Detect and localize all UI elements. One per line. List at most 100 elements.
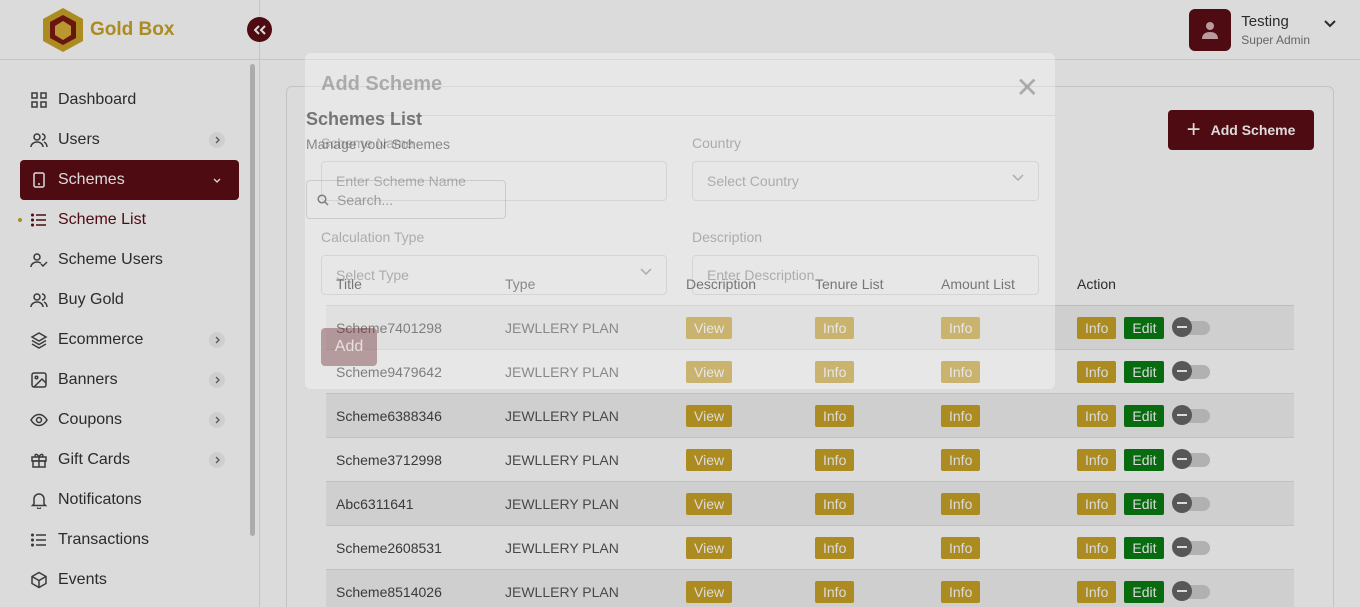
eye-icon <box>30 411 48 429</box>
users-icon <box>30 291 48 309</box>
description-field[interactable]: Enter Description <box>692 255 1039 295</box>
calc-type-label: Calculation Type <box>321 229 425 245</box>
calc-type-select[interactable]: Select Type <box>321 255 667 295</box>
action-info-button[interactable]: Info <box>1077 448 1117 471</box>
bell-icon <box>30 491 48 509</box>
sidebar-item-transactions[interactable]: Transactions <box>20 520 239 560</box>
sidebar-item-coupons[interactable]: Coupons <box>20 400 239 440</box>
action-info-button[interactable]: Info <box>1077 580 1117 603</box>
status-toggle[interactable] <box>1172 316 1211 337</box>
phone-icon <box>30 171 48 189</box>
sidebar-item-dashboard[interactable]: Dashboard <box>20 80 239 120</box>
status-toggle[interactable] <box>1172 448 1211 469</box>
amount-info-button[interactable]: Info <box>941 404 981 427</box>
chevron-right-icon <box>209 132 225 148</box>
amount-info-button[interactable]: Info <box>941 492 981 515</box>
edit-button[interactable]: Edit <box>1124 448 1165 471</box>
sidebar-item-label: Events <box>58 571 107 588</box>
sidebar-item-banners[interactable]: Banners <box>20 360 239 400</box>
country-select[interactable]: Select Country <box>692 161 1039 201</box>
scheme-name-label: Scheme Name <box>321 135 414 151</box>
view-button[interactable]: View <box>686 404 733 427</box>
box-icon <box>30 571 48 589</box>
minus-icon <box>1172 492 1193 513</box>
tenure-info-button[interactable]: Info <box>815 580 855 603</box>
status-toggle[interactable] <box>1172 404 1211 425</box>
view-button[interactable]: View <box>686 536 733 559</box>
sidebar-scrollbar[interactable] <box>250 64 255 536</box>
cell-type: JEWLLERY PLAN <box>505 495 619 512</box>
edit-button[interactable]: Edit <box>1124 404 1165 427</box>
plus-icon: + <box>1186 116 1201 143</box>
edit-button[interactable]: Edit <box>1124 360 1165 383</box>
sidebar-item-events[interactable]: Events <box>20 560 239 600</box>
user-role: Super Admin <box>1241 33 1310 47</box>
sidebar-item-ecommerce[interactable]: Ecommerce <box>20 320 239 360</box>
add-scheme-button[interactable]: + Add Scheme <box>1168 110 1314 150</box>
sidebar-item-schemes[interactable]: Schemes <box>20 160 239 200</box>
action-info-button[interactable]: Info <box>1077 536 1117 559</box>
status-toggle[interactable] <box>1172 360 1211 381</box>
sidebar-item-notifications[interactable]: Notificatons <box>20 480 239 520</box>
list-icon <box>30 211 48 229</box>
amount-info-button[interactable]: Info <box>941 536 981 559</box>
sidebar: Gold Box Dashboard Users Schemes Scheme … <box>0 0 260 607</box>
sidebar-item-users[interactable]: Users <box>20 120 239 160</box>
sidebar-item-label: Banners <box>58 371 118 388</box>
gift-icon <box>30 451 48 469</box>
chevron-down-icon <box>640 268 652 276</box>
minus-icon <box>1172 448 1193 469</box>
sidebar-item-label: Coupons <box>58 411 123 428</box>
edit-button[interactable]: Edit <box>1124 492 1165 515</box>
grid-icon <box>30 91 48 109</box>
modal-add-button[interactable]: Add <box>321 328 377 366</box>
add-scheme-modal: Add Scheme ✕ Scheme Name Enter Scheme Na… <box>305 53 1055 389</box>
status-toggle[interactable] <box>1172 492 1211 513</box>
tenure-info-button[interactable]: Info <box>815 536 855 559</box>
close-icon[interactable]: ✕ <box>1016 71 1039 104</box>
action-info-button[interactable]: Info <box>1077 360 1117 383</box>
sidebar-item-label: Gift Cards <box>58 451 131 468</box>
logo-area: Gold Box <box>0 0 259 60</box>
sidebar-nav: Dashboard Users Schemes Scheme List Sche… <box>18 80 239 600</box>
sidebar-item-label: Users <box>58 131 100 148</box>
view-button[interactable]: View <box>686 448 733 471</box>
user-menu[interactable]: Testing Super Admin <box>1189 9 1336 51</box>
country-label: Country <box>692 135 742 151</box>
scheme-name-field[interactable]: Enter Scheme Name <box>321 161 667 201</box>
table-row: Scheme3712998 JEWLLERY PLAN View Info Info In… <box>326 438 1294 482</box>
sidebar-item-scheme-users[interactable]: Scheme Users <box>20 240 239 280</box>
action-info-button[interactable]: Info <box>1077 492 1117 515</box>
status-toggle[interactable] <box>1172 536 1211 557</box>
double-chevron-left-icon <box>253 24 266 35</box>
collapse-sidebar-button[interactable] <box>247 17 272 42</box>
table-row: Scheme6388346 JEWLLERY PLAN View Info Info In… <box>326 394 1294 438</box>
cell-title: Abc6311641 <box>336 495 414 512</box>
amount-info-button[interactable]: Info <box>941 448 981 471</box>
tenure-info-button[interactable]: Info <box>815 404 855 427</box>
chevron-right-icon <box>209 372 225 388</box>
action-info-button[interactable]: Info <box>1077 404 1117 427</box>
minus-icon <box>1172 404 1193 425</box>
action-info-button[interactable]: Info <box>1077 316 1117 339</box>
edit-button[interactable]: Edit <box>1124 580 1165 603</box>
sidebar-item-label: Ecommerce <box>58 331 144 348</box>
edit-button[interactable]: Edit <box>1124 536 1165 559</box>
active-dot <box>18 218 22 222</box>
modal-divider <box>305 115 1055 116</box>
country-placeholder: Select Country <box>707 173 799 189</box>
sidebar-item-scheme-list[interactable]: Scheme List <box>18 200 239 240</box>
status-toggle[interactable] <box>1172 580 1211 601</box>
cell-title: Scheme2608531 <box>336 539 442 556</box>
tenure-info-button[interactable]: Info <box>815 448 855 471</box>
chevron-down-icon <box>209 172 225 188</box>
tenure-info-button[interactable]: Info <box>815 492 855 515</box>
sidebar-item-buy-gold[interactable]: Buy Gold <box>20 280 239 320</box>
view-button[interactable]: View <box>686 580 733 603</box>
view-button[interactable]: View <box>686 492 733 515</box>
minus-icon <box>1172 580 1193 601</box>
amount-info-button[interactable]: Info <box>941 580 981 603</box>
edit-button[interactable]: Edit <box>1124 316 1165 339</box>
sidebar-item-gift-cards[interactable]: Gift Cards <box>20 440 239 480</box>
chevron-right-icon <box>209 452 225 468</box>
